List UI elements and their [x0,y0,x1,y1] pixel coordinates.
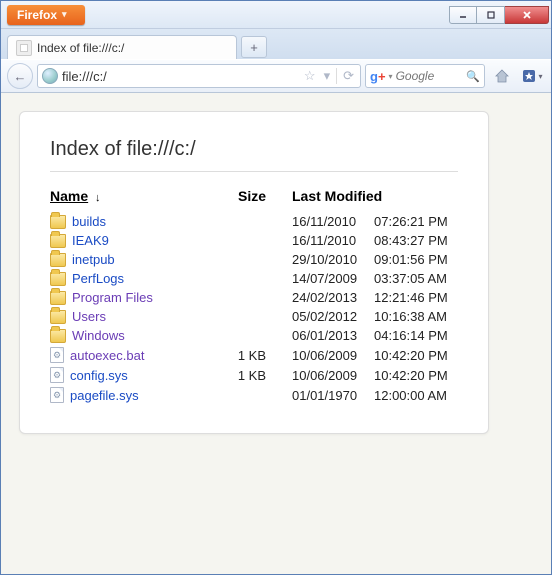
file-date: 01/01/1970 [280,388,364,403]
titlebar: Firefox [1,1,551,29]
column-size-header[interactable]: Size [220,188,280,204]
table-row: pagefile.sys 01/01/197012:00:00 AM [50,385,458,405]
plus-icon: + [250,40,258,55]
folder-icon [50,215,66,229]
file-size: 1 KB [220,348,280,363]
listing-header: Name ↓ Size Last Modified [50,184,458,212]
globe-icon [42,68,58,84]
maximize-icon [486,10,496,20]
file-link[interactable]: inetpub [72,252,115,267]
close-icon [521,9,533,21]
file-link[interactable]: Program Files [72,290,153,305]
file-time: 08:43:27 PM [364,233,440,248]
bookmark-star-icon[interactable]: ☆ [302,68,318,84]
bookmarks-menu-button[interactable]: ▾ [519,64,545,88]
new-tab-button[interactable]: + [241,36,267,58]
table-row: builds 16/11/201007:26:21 PM [50,212,458,231]
search-engine-dropdown-icon[interactable]: ▾ [389,72,393,81]
folder-icon [50,329,66,343]
file-date: 29/10/2010 [280,252,364,267]
search-input[interactable] [396,69,464,83]
file-date: 16/11/2010 [280,214,364,229]
folder-icon [50,234,66,248]
search-bar[interactable]: g+ ▾ 🔍 [365,64,485,88]
file-date: 10/06/2009 [280,348,364,363]
file-link[interactable]: IEAK9 [72,233,109,248]
file-time: 12:21:46 PM [364,290,440,305]
column-modified-header[interactable]: Last Modified [280,188,440,204]
table-row: config.sys 1 KB10/06/200910:42:20 PM [50,365,458,385]
folder-icon [50,291,66,305]
navigation-toolbar: ← ☆ ▾ ⟳ g+ ▾ 🔍 ▾ [1,59,551,93]
file-time: 12:00:00 AM [364,388,440,403]
home-icon [493,67,511,85]
file-link[interactable]: PerfLogs [72,271,124,286]
tab-bar: Index of file:///c:/ + [1,29,551,59]
file-date: 06/01/2013 [280,328,364,343]
file-link[interactable]: builds [72,214,106,229]
table-row: Program Files 24/02/201312:21:46 PM [50,288,458,307]
tab-active[interactable]: Index of file:///c:/ [7,35,237,59]
url-bar[interactable]: ☆ ▾ ⟳ [37,64,361,88]
table-row: Users 05/02/201210:16:38 AM [50,307,458,326]
file-date: 10/06/2009 [280,368,364,383]
window-controls [449,6,549,24]
folder-icon [50,253,66,267]
back-button[interactable]: ← [7,63,33,89]
file-link[interactable]: pagefile.sys [70,388,139,403]
close-button[interactable] [505,6,549,24]
file-link[interactable]: config.sys [70,368,128,383]
column-name-header[interactable]: Name [50,188,88,204]
page-icon [16,40,32,56]
file-link[interactable]: Users [72,309,106,324]
file-link[interactable]: autoexec.bat [70,348,144,363]
file-icon [50,387,64,403]
maximize-button[interactable] [477,6,505,24]
file-time: 10:42:20 PM [364,368,440,383]
table-row: IEAK9 16/11/201008:43:27 PM [50,231,458,250]
divider [336,68,337,84]
table-row: inetpub 29/10/201009:01:56 PM [50,250,458,269]
file-time: 10:42:20 PM [364,348,440,363]
file-size: 1 KB [220,368,280,383]
listing-rows: builds 16/11/201007:26:21 PM IEAK9 16/11/20… [50,212,458,405]
browser-window: Firefox Index of file:///c:/ + ← [0,0,552,575]
google-logo-icon: g+ [370,69,386,84]
table-row: Windows 06/01/201304:16:14 PM [50,326,458,345]
file-time: 10:16:38 AM [364,309,440,324]
file-date: 05/02/2012 [280,309,364,324]
firefox-menu-button[interactable]: Firefox [7,5,85,25]
search-go-button[interactable]: 🔍 [466,70,480,83]
file-listing: Name ↓ Size Last Modified builds 16/11/20… [50,184,458,405]
url-dropdown-icon[interactable]: ▾ [322,68,333,84]
file-time: 07:26:21 PM [364,214,440,229]
table-row: autoexec.bat 1 KB10/06/200910:42:20 PM [50,345,458,365]
bookmarks-icon [521,68,537,84]
table-row: PerfLogs 14/07/200903:37:05 AM [50,269,458,288]
file-time: 04:16:14 PM [364,328,440,343]
tab-title: Index of file:///c:/ [37,41,124,55]
file-icon [50,347,64,363]
file-time: 09:01:56 PM [364,252,440,267]
file-time: 03:37:05 AM [364,271,440,286]
file-icon [50,367,64,383]
sort-indicator-icon: ↓ [95,192,101,204]
directory-listing-page: Index of file:///c:/ Name ↓ Size Last Mo… [19,111,489,434]
file-link[interactable]: Windows [72,328,125,343]
folder-icon [50,272,66,286]
url-input[interactable] [62,69,298,84]
home-button[interactable] [489,64,515,88]
back-arrow-icon: ← [14,69,27,84]
file-date: 24/02/2013 [280,290,364,305]
app-name: Firefox [17,8,57,22]
minimize-icon [458,10,468,20]
file-date: 14/07/2009 [280,271,364,286]
minimize-button[interactable] [449,6,477,24]
chevron-down-icon: ▾ [538,72,542,81]
reload-button[interactable]: ⟳ [341,68,356,84]
content-area: Index of file:///c:/ Name ↓ Size Last Mo… [1,93,551,574]
page-title: Index of file:///c:/ [50,138,458,172]
folder-icon [50,310,66,324]
file-date: 16/11/2010 [280,233,364,248]
